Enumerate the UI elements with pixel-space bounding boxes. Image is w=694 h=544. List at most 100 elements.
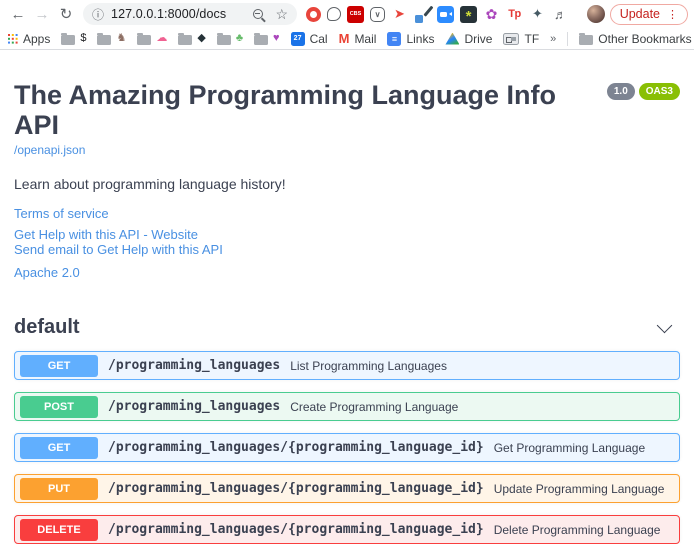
horse-emoji-icon: ♞	[116, 33, 126, 44]
folder-icon	[61, 35, 75, 45]
bookmark-apps[interactable]: Apps	[8, 32, 50, 46]
bookmark-drive[interactable]: Drive	[445, 32, 492, 46]
bookmark-label: Cal	[310, 32, 328, 46]
bookmark-mail[interactable]: M Mail	[339, 32, 377, 46]
other-bookmarks-label: Other Bookmarks	[598, 32, 691, 46]
bookmark-cal[interactable]: 27 Cal	[291, 32, 328, 46]
zoom-out-icon[interactable]	[253, 9, 263, 19]
diamond-arrow-extension-icon[interactable]: ➤	[391, 6, 408, 23]
calendar-icon: 27	[291, 32, 305, 46]
bookmark-folder-leaf[interactable]: ♣	[217, 33, 243, 45]
tp-extension-icon[interactable]: Tp	[506, 6, 523, 23]
folder-icon	[178, 35, 192, 45]
endpoint-put-update-language[interactable]: PUT /programming_languages/{programming_…	[14, 474, 680, 503]
endpoint-summary: Delete Programming Language	[494, 523, 661, 537]
bookmark-folder-brain[interactable]: ☁	[137, 33, 167, 45]
folder-icon	[579, 35, 593, 45]
method-badge: DELETE	[20, 519, 98, 541]
chevron-down-icon	[657, 318, 673, 334]
endpoint-path: /programming_languages/{programming_lang…	[108, 522, 484, 537]
dark-flower-extension-icon[interactable]: *	[460, 6, 477, 23]
bookmark-links[interactable]: ≡ Links	[387, 32, 434, 46]
endpoint-get-list-languages[interactable]: GET /programming_languages List Programm…	[14, 351, 680, 380]
bookmarks-separator	[567, 32, 568, 46]
folder-icon	[254, 35, 268, 45]
page-info-icon[interactable]: ⓘ	[92, 6, 104, 23]
brain-emoji-icon: ☁	[156, 33, 167, 44]
tf-icon	[503, 33, 519, 45]
endpoint-summary: Get Programming Language	[494, 441, 645, 455]
license-link[interactable]: Apache 2.0	[14, 265, 680, 280]
bookmark-label: TF	[524, 32, 539, 46]
bookmark-tf[interactable]: TF	[503, 32, 539, 46]
bookmarks-overflow-button[interactable]: »	[550, 33, 556, 45]
swagger-ui-page: The Amazing Programming Language Info AP…	[0, 50, 694, 544]
method-badge: GET	[20, 355, 98, 377]
bookmarks-bar: Apps $ ♞ ☁ ◆ ♣ ♥ 27 Cal	[0, 28, 694, 49]
purple-heart-icon: ♥	[273, 33, 280, 44]
reload-button[interactable]: ↻	[54, 2, 78, 26]
section-title: default	[14, 316, 80, 339]
openapi-json-link[interactable]: /openapi.json	[14, 143, 85, 157]
opera-extension-icon[interactable]	[306, 7, 321, 22]
bookmark-folder-purple-heart[interactable]: ♥	[254, 33, 280, 45]
default-section-header[interactable]: default	[14, 316, 680, 339]
endpoint-post-create-language[interactable]: POST /programming_languages Create Progr…	[14, 392, 680, 421]
endpoint-delete-language[interactable]: DELETE /programming_languages/{programmi…	[14, 515, 680, 544]
api-info-links: Terms of service Get Help with this API …	[14, 206, 680, 280]
update-button[interactable]: Update ⋮	[610, 4, 688, 25]
method-badge: PUT	[20, 478, 98, 500]
other-bookmarks[interactable]: Other Bookmarks	[579, 32, 691, 46]
bookmark-label: Drive	[464, 32, 492, 46]
endpoint-summary: Create Programming Language	[290, 400, 458, 414]
back-button[interactable]: ←	[6, 2, 30, 26]
pocket-extension-icon[interactable]: ∨	[370, 7, 385, 22]
forward-button[interactable]: →	[30, 2, 54, 26]
method-badge: POST	[20, 396, 98, 418]
extensions-row: CBS ∨ ➤ * ✿ Tp ✦ ♬	[306, 6, 581, 23]
purple-flower-extension-icon[interactable]: ✿	[483, 6, 500, 23]
bookmark-folder-dollar[interactable]: $	[61, 33, 86, 45]
zoom-camera-extension-icon[interactable]	[437, 6, 454, 23]
endpoint-get-language-by-id[interactable]: GET /programming_languages/{programming_…	[14, 433, 680, 462]
bookmark-folder-graduation[interactable]: ◆	[178, 33, 205, 45]
endpoint-path: /programming_languages/{programming_lang…	[108, 481, 484, 496]
drive-icon	[445, 33, 459, 45]
dollar-icon: $	[80, 33, 86, 44]
browser-toolbar: ← → ↻ ⓘ 127.0.0.1:8000/docs ☆ CBS ∨ ➤ * …	[0, 0, 694, 28]
browser-chrome: ← → ↻ ⓘ 127.0.0.1:8000/docs ☆ CBS ∨ ➤ * …	[0, 0, 694, 50]
cbs-extension-icon[interactable]: CBS	[347, 6, 364, 23]
chat-bubble-extension-icon[interactable]	[327, 7, 341, 21]
address-bar[interactable]: ⓘ 127.0.0.1:8000/docs ☆	[83, 3, 297, 25]
bookmark-folder-horse[interactable]: ♞	[97, 33, 126, 45]
bookmark-star-icon[interactable]: ☆	[275, 7, 288, 21]
method-badge: GET	[20, 437, 98, 459]
menu-kebab-icon[interactable]: ⋮	[667, 8, 678, 21]
page-title: The Amazing Programming Language Info AP…	[14, 80, 602, 140]
links-icon: ≡	[387, 32, 401, 46]
bookmark-label: Mail	[354, 32, 376, 46]
update-label: Update	[620, 7, 660, 21]
terms-of-service-link[interactable]: Terms of service	[14, 206, 680, 221]
endpoint-path: /programming_languages	[108, 358, 280, 373]
gmail-icon: M	[339, 32, 350, 45]
bookmark-label: Links	[406, 32, 434, 46]
help-website-link[interactable]: Get Help with this API - Website	[14, 227, 680, 242]
endpoint-path: /programming_languages	[108, 399, 280, 414]
leaf-emoji-icon: ♣	[236, 33, 243, 44]
profile-avatar[interactable]	[587, 5, 605, 23]
endpoint-summary: Update Programming Language	[494, 482, 665, 496]
bookmark-label: Apps	[23, 32, 50, 46]
folder-icon	[97, 35, 111, 45]
title-badges: 1.0 OAS3	[607, 83, 680, 100]
endpoint-path: /programming_languages/{programming_lang…	[108, 440, 484, 455]
version-badge: 1.0	[607, 83, 635, 100]
api-title-row: The Amazing Programming Language Info AP…	[14, 80, 680, 140]
folder-icon	[217, 35, 231, 45]
api-description: Learn about programming language history…	[14, 176, 680, 192]
url-text[interactable]: 127.0.0.1:8000/docs	[111, 7, 253, 21]
help-email-link[interactable]: Send email to Get Help with this API	[14, 242, 680, 257]
eyedropper-extension-icon[interactable]	[414, 6, 431, 23]
playlist-extension-icon[interactable]: ♬	[552, 6, 569, 23]
puzzle-extension-icon[interactable]: ✦	[529, 6, 546, 23]
